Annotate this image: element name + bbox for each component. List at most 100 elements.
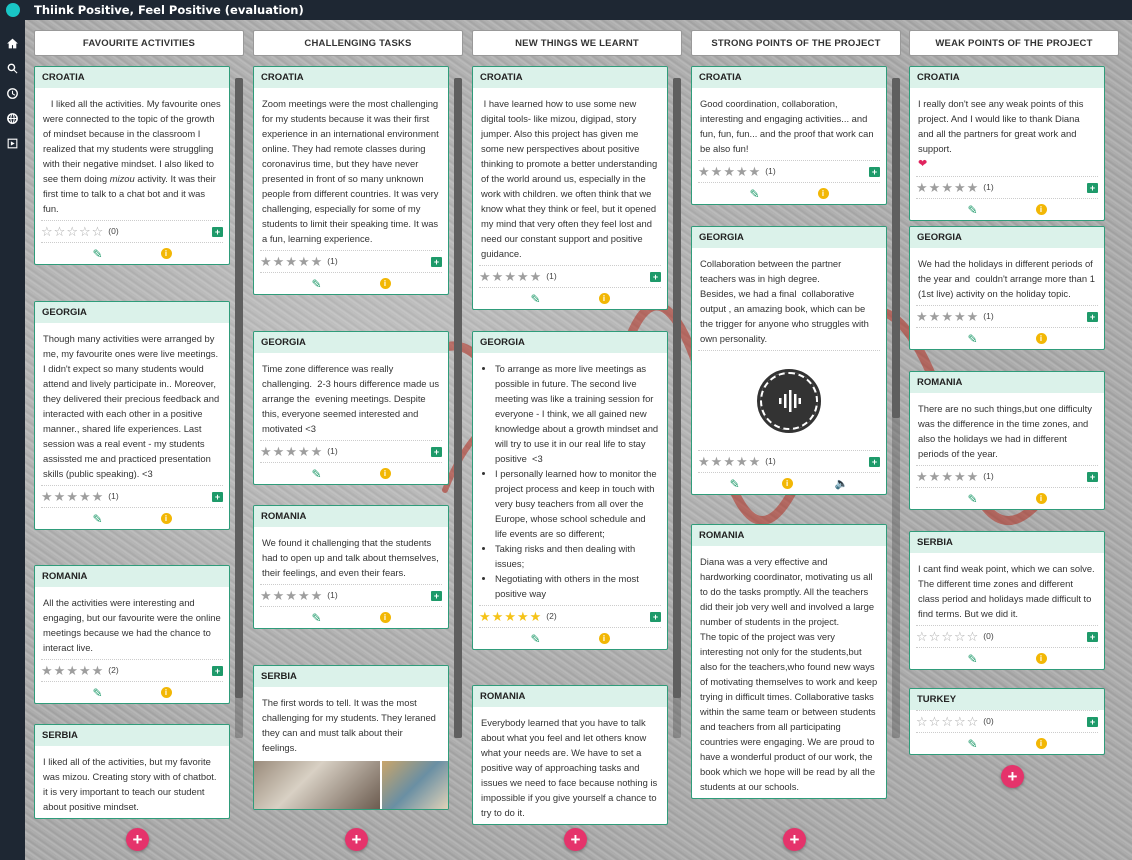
info-icon[interactable]: i bbox=[598, 633, 610, 644]
info-icon[interactable]: i bbox=[1035, 493, 1047, 504]
star-icon[interactable]: ☆ bbox=[54, 225, 66, 238]
add-post-button[interactable]: + bbox=[1001, 765, 1024, 788]
column-header[interactable]: CHALLENGING TASKS bbox=[253, 30, 463, 56]
post-card[interactable]: ROMANIA Everybody learned that you have t… bbox=[472, 685, 668, 825]
edit-pencil-icon[interactable]: ✎ bbox=[311, 611, 321, 625]
star-icon[interactable]: ★ bbox=[504, 610, 516, 623]
star-icon[interactable]: ★ bbox=[916, 181, 928, 194]
info-icon[interactable]: i bbox=[160, 248, 172, 259]
post-card[interactable]: SERBIA I liked all of the activities, but… bbox=[34, 724, 230, 819]
column-scrollbar[interactable] bbox=[892, 78, 900, 738]
speaker-icon[interactable]: 🔈 bbox=[835, 477, 849, 490]
star-icon[interactable]: ★ bbox=[954, 470, 966, 483]
star-icon[interactable]: ★ bbox=[967, 470, 979, 483]
edit-pencil-icon[interactable]: ✎ bbox=[92, 247, 102, 261]
edit-pencil-icon[interactable]: ✎ bbox=[967, 332, 977, 346]
attachment-photo[interactable] bbox=[381, 761, 448, 809]
globe-icon[interactable] bbox=[6, 111, 20, 125]
clock-icon[interactable] bbox=[6, 86, 20, 100]
column-scrollbar[interactable] bbox=[235, 78, 243, 738]
info-icon[interactable]: i bbox=[379, 278, 391, 289]
star-icon[interactable]: ★ bbox=[916, 310, 928, 323]
star-icon[interactable]: ★ bbox=[92, 490, 104, 503]
star-rating[interactable]: ☆ ☆ ☆ ☆ ☆ (0) bbox=[916, 715, 994, 728]
audio-play-icon[interactable] bbox=[757, 368, 821, 433]
star-icon[interactable]: ★ bbox=[285, 445, 297, 458]
star-icon[interactable]: ★ bbox=[273, 255, 285, 268]
star-icon[interactable]: ★ bbox=[967, 181, 979, 194]
star-rating[interactable]: ★ ★ ★ ★ ★ (1) bbox=[916, 470, 994, 483]
add-comment-icon[interactable]: + bbox=[1087, 471, 1098, 482]
star-rating[interactable]: ★ ★ ★ ★ ★ (1) bbox=[479, 270, 557, 283]
star-icon[interactable]: ★ bbox=[517, 610, 529, 623]
add-comment-icon[interactable]: + bbox=[431, 446, 442, 457]
star-icon[interactable]: ★ bbox=[298, 255, 310, 268]
star-icon[interactable]: ☆ bbox=[66, 225, 78, 238]
post-card[interactable]: ROMANIA Diana was a very effective and ha… bbox=[691, 524, 887, 799]
star-icon[interactable]: ★ bbox=[929, 310, 941, 323]
add-post-button[interactable]: + bbox=[126, 828, 149, 851]
info-icon[interactable]: i bbox=[817, 188, 829, 199]
post-card[interactable]: GEORGIA Collaboration between the partner… bbox=[691, 226, 887, 495]
post-card[interactable]: CROATIA Zoom meetings were the most chall… bbox=[253, 66, 449, 295]
column-scrollbar[interactable] bbox=[454, 78, 462, 738]
add-comment-icon[interactable]: + bbox=[212, 665, 223, 676]
star-icon[interactable]: ★ bbox=[298, 589, 310, 602]
add-post-button[interactable]: + bbox=[564, 828, 587, 851]
add-comment-icon[interactable]: + bbox=[431, 256, 442, 267]
add-comment-icon[interactable]: + bbox=[650, 611, 661, 622]
star-icon[interactable]: ☆ bbox=[916, 630, 928, 643]
post-card[interactable]: GEORGIA Though many activities were arran… bbox=[34, 301, 230, 530]
post-card[interactable]: GEORGIA Time zone difference was really c… bbox=[253, 331, 449, 485]
post-card[interactable]: CROATIA I have learned how to use some n… bbox=[472, 66, 668, 310]
star-rating[interactable]: ★ ★ ★ ★ ★ (1) bbox=[260, 255, 338, 268]
add-post-button[interactable]: + bbox=[345, 828, 368, 851]
star-icon[interactable]: ★ bbox=[66, 664, 78, 677]
home-icon[interactable] bbox=[6, 36, 20, 50]
star-icon[interactable]: ★ bbox=[749, 165, 761, 178]
slideshow-icon[interactable] bbox=[6, 136, 20, 150]
star-icon[interactable]: ☆ bbox=[929, 715, 941, 728]
info-icon[interactable]: i bbox=[781, 478, 793, 489]
add-comment-icon[interactable]: + bbox=[650, 271, 661, 282]
star-icon[interactable]: ★ bbox=[311, 445, 323, 458]
star-icon[interactable]: ★ bbox=[967, 310, 979, 323]
star-icon[interactable]: ★ bbox=[41, 664, 53, 677]
post-card[interactable]: ROMANIA We found it challenging that the … bbox=[253, 505, 449, 629]
star-icon[interactable]: ★ bbox=[723, 165, 735, 178]
star-icon[interactable]: ★ bbox=[929, 470, 941, 483]
star-icon[interactable]: ☆ bbox=[41, 225, 53, 238]
edit-pencil-icon[interactable]: ✎ bbox=[311, 467, 321, 481]
post-card[interactable]: SERBIA I cant find weak point, which we c… bbox=[909, 531, 1105, 670]
star-icon[interactable]: ★ bbox=[311, 255, 323, 268]
star-icon[interactable]: ★ bbox=[723, 455, 735, 468]
add-comment-icon[interactable]: + bbox=[869, 456, 880, 467]
post-card[interactable]: ROMANIA All the activities were interesti… bbox=[34, 565, 230, 704]
edit-pencil-icon[interactable]: ✎ bbox=[311, 277, 321, 291]
add-comment-icon[interactable]: + bbox=[1087, 631, 1098, 642]
scrollbar-thumb[interactable] bbox=[892, 78, 900, 418]
scrollbar-thumb[interactable] bbox=[235, 78, 243, 698]
star-icon[interactable]: ☆ bbox=[92, 225, 104, 238]
star-icon[interactable]: ★ bbox=[79, 664, 91, 677]
star-icon[interactable]: ★ bbox=[504, 270, 516, 283]
star-icon[interactable]: ☆ bbox=[954, 630, 966, 643]
post-card[interactable]: CROATIA I really don't see any weak point… bbox=[909, 66, 1105, 221]
add-post-button[interactable]: + bbox=[783, 828, 806, 851]
edit-pencil-icon[interactable]: ✎ bbox=[967, 492, 977, 506]
star-icon[interactable]: ★ bbox=[54, 664, 66, 677]
padlet-logo-icon[interactable] bbox=[6, 3, 20, 17]
star-icon[interactable]: ★ bbox=[260, 445, 272, 458]
star-rating[interactable]: ★ ★ ★ ★ ★ (1) bbox=[260, 445, 338, 458]
info-icon[interactable]: i bbox=[1035, 204, 1047, 215]
star-rating[interactable]: ★ ★ ★ ★ ★ (1) bbox=[698, 455, 776, 468]
info-icon[interactable]: i bbox=[598, 293, 610, 304]
info-icon[interactable]: i bbox=[160, 513, 172, 524]
star-icon[interactable]: ★ bbox=[41, 490, 53, 503]
star-icon[interactable]: ★ bbox=[736, 165, 748, 178]
attachment-photo[interactable] bbox=[254, 761, 380, 809]
star-rating[interactable]: ★ ★ ★ ★ ★ (1) bbox=[916, 181, 994, 194]
star-icon[interactable]: ★ bbox=[530, 610, 542, 623]
star-icon[interactable]: ★ bbox=[698, 165, 710, 178]
star-icon[interactable]: ☆ bbox=[941, 715, 953, 728]
